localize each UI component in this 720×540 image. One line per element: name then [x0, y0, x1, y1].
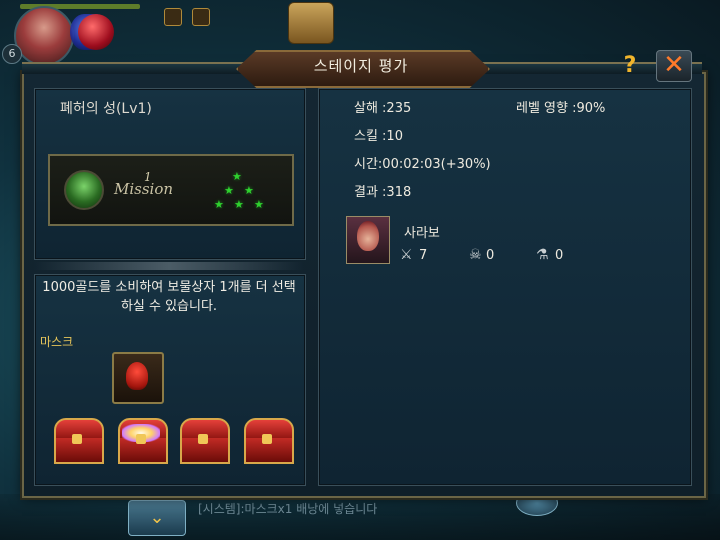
system-message: [시스템]:마스크x1 배낭에 넣습니다	[198, 502, 378, 516]
mask-reward-slot[interactable]	[112, 352, 164, 404]
skull-value: 0	[486, 248, 495, 263]
help-button[interactable]: ?	[616, 52, 644, 80]
level-effect-stat: 레벨 영향 :90%	[516, 101, 606, 116]
player-level-badge: 6	[2, 44, 22, 64]
character-portrait[interactable]	[346, 216, 390, 264]
character-face	[357, 221, 379, 251]
treasure-chest[interactable]	[242, 418, 294, 464]
star-icon: ★	[232, 170, 242, 183]
result-stat: 결과 :318	[354, 185, 412, 200]
skull-icon: ☠	[469, 247, 482, 263]
star-icon: ★	[224, 184, 234, 197]
star-icon: ★	[254, 198, 264, 211]
treasure-chest-opened	[116, 418, 168, 464]
player-avatar[interactable]	[14, 6, 74, 66]
close-button[interactable]: ✕	[656, 50, 692, 82]
time-stat: 시간:00:02:03(+30%)	[354, 157, 491, 172]
star-icon: ★	[244, 184, 254, 197]
character-name: 사라보	[404, 226, 440, 241]
treasure-chest[interactable]	[52, 418, 104, 464]
skill-stat: 스킬 :10	[354, 129, 403, 144]
star-icon: ★	[214, 198, 224, 211]
reward-name: 마스크	[40, 335, 74, 349]
star-icon: ★	[234, 198, 244, 211]
treasure-chest[interactable]	[178, 418, 230, 464]
divider	[34, 262, 304, 270]
bonus-description: 1000골드를 소비하여 보물상자 1개를 더 선택하실 수 있습니다.	[42, 280, 296, 314]
mask-icon	[126, 362, 148, 390]
mission-number: 1	[144, 170, 152, 184]
potion-icon: ⚗	[536, 247, 549, 263]
mission-emblem-icon	[64, 170, 104, 210]
chat-expand-button[interactable]: ⌄	[128, 500, 186, 536]
kills-stat: 살해 :235	[354, 101, 412, 116]
stage-name: 폐허의 성(Lv1)	[60, 101, 152, 117]
health-orb	[78, 14, 114, 50]
treasure-chest-icon[interactable]	[288, 2, 334, 44]
potion-value: 0	[555, 248, 564, 263]
buff-icon[interactable]	[192, 8, 210, 26]
swords-value: 7	[419, 248, 428, 263]
dialog-title: 스테이지 평가	[313, 57, 409, 75]
chevron-double-down-icon: ⌄	[149, 507, 165, 528]
result-panel	[318, 88, 692, 486]
buff-icon[interactable]	[164, 8, 182, 26]
swords-icon: ⚔	[400, 247, 413, 263]
